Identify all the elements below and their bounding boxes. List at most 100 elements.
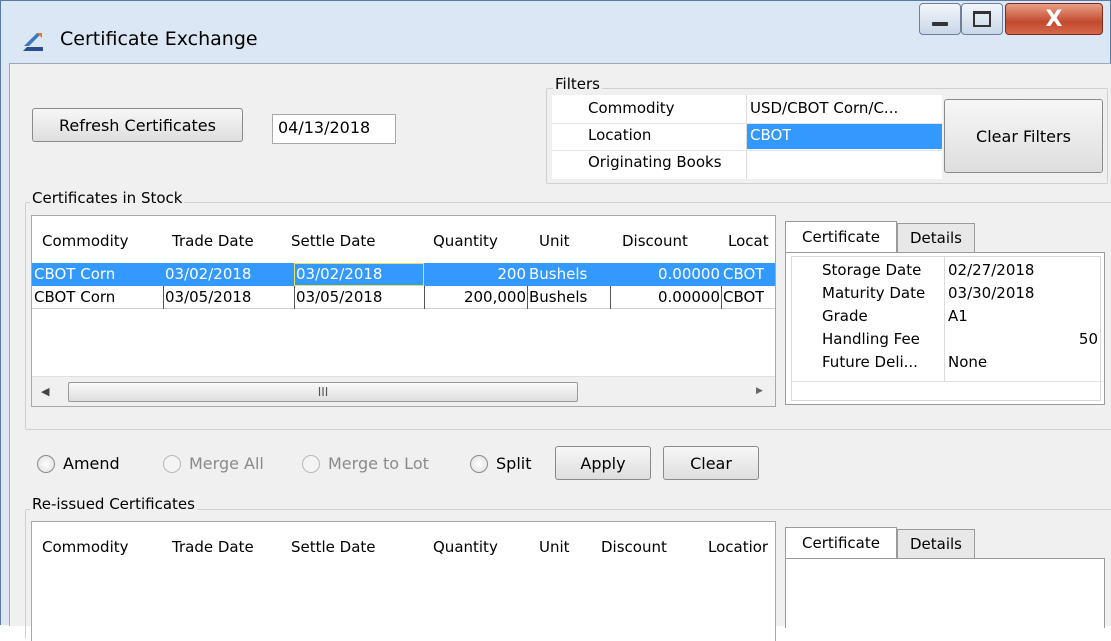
- cell-trade-date: 03/02/2018: [165, 265, 252, 283]
- details-divider: [944, 257, 945, 381]
- cell-divider: [721, 286, 722, 309]
- minimize-icon: [932, 22, 948, 26]
- reissued-legend: Re-issued Certificates: [30, 495, 197, 513]
- detail-label-handling-fee: Handling Fee: [822, 330, 920, 348]
- merge-to-lot-radio-label: Merge to Lot: [328, 454, 429, 473]
- radio-dot: [163, 454, 181, 473]
- merge-all-radio[interactable]: Merge All: [163, 454, 264, 473]
- detail-label-future-delivery: Future Deli...: [822, 353, 918, 371]
- cell-settle-date: 03/05/2018: [296, 288, 383, 306]
- filter-value-location[interactable]: CBOT: [750, 126, 791, 144]
- reissued-table[interactable]: Commodity Trade Date Settle Date Quantit…: [31, 521, 776, 641]
- reissued-details-tabs: Certificate Details: [785, 523, 1105, 563]
- filters-grid: Commodity USD/CBOT Corn/C... Location CB…: [552, 95, 942, 179]
- stock-legend: Certificates in Stock: [30, 189, 185, 207]
- client-area: Refresh Certificates 04/13/2018 Filters …: [9, 63, 1111, 641]
- cell-location: CBOT: [723, 265, 765, 283]
- cell-quantity: 200: [497, 265, 526, 283]
- cell-divider: [527, 286, 528, 309]
- cell-commodity: CBOT Corn: [34, 288, 116, 306]
- maximize-button[interactable]: [961, 3, 1003, 35]
- close-button[interactable]: X: [1005, 3, 1103, 35]
- column-header-settle-date[interactable]: Settle Date: [291, 538, 376, 556]
- scroll-right-icon[interactable]: ▶: [756, 386, 763, 396]
- stock-details-tabs: Certificate Details: [785, 217, 1105, 257]
- stock-table[interactable]: Commodity Trade Date Settle Date Quantit…: [31, 215, 776, 407]
- column-header-discount[interactable]: Discount: [601, 538, 667, 556]
- radio-dot: [37, 454, 55, 473]
- tab-certificate[interactable]: Certificate: [785, 527, 897, 558]
- amend-radio[interactable]: Amend: [37, 454, 120, 473]
- column-header-unit[interactable]: Unit: [539, 538, 570, 556]
- app-window: Certificate Exchange X Refresh Certifica…: [0, 0, 1111, 641]
- tab-details[interactable]: Details: [897, 529, 975, 558]
- scroll-left-icon[interactable]: ◀: [41, 385, 49, 398]
- refresh-certificates-button[interactable]: Refresh Certificates: [32, 108, 243, 142]
- detail-value-storage-date: 02/27/2018: [948, 261, 1035, 279]
- column-header-quantity[interactable]: Quantity: [433, 538, 498, 556]
- details-grid: Storage Date 02/27/2018 Maturity Date 03…: [791, 256, 1102, 401]
- cell-unit: Bushels: [529, 265, 588, 283]
- column-header-location[interactable]: Locat: [728, 232, 769, 250]
- column-header-trade-date[interactable]: Trade Date: [172, 232, 254, 250]
- split-radio-label: Split: [496, 454, 532, 473]
- detail-value-future-delivery: None: [948, 353, 988, 371]
- maximize-icon: [973, 11, 991, 27]
- as-of-date-field[interactable]: 04/13/2018: [272, 114, 396, 144]
- detail-label-maturity-date: Maturity Date: [822, 284, 926, 302]
- column-header-commodity[interactable]: Commodity: [42, 538, 129, 556]
- table-row[interactable]: CBOT Corn 03/05/2018 03/05/2018 200,000 …: [32, 286, 775, 309]
- radio-dot: [470, 454, 488, 473]
- amend-radio-label: Amend: [63, 454, 120, 473]
- details-row-line: [792, 381, 1102, 382]
- cell-divider: [424, 286, 425, 309]
- horizontal-scrollbar[interactable]: ◀ III ▶: [32, 376, 775, 406]
- filters-row-line: [552, 150, 942, 151]
- column-header-quantity[interactable]: Quantity: [433, 232, 498, 250]
- cell-discount: 0.00000: [657, 265, 720, 283]
- minimize-button[interactable]: [919, 3, 961, 35]
- column-header-discount[interactable]: Discount: [622, 232, 688, 250]
- app-icon: [23, 33, 43, 51]
- filter-label-location: Location: [588, 126, 652, 144]
- scroll-thumb[interactable]: III: [68, 382, 578, 402]
- detail-value-maturity-date: 03/30/2018: [948, 284, 1035, 302]
- filters-legend: Filters: [553, 75, 602, 93]
- column-header-settle-date[interactable]: Settle Date: [291, 232, 376, 250]
- column-header-location[interactable]: Locatior: [708, 538, 768, 556]
- column-header-unit[interactable]: Unit: [539, 232, 570, 250]
- filter-value-commodity[interactable]: USD/CBOT Corn/C...: [750, 99, 940, 117]
- merge-to-lot-radio[interactable]: Merge to Lot: [302, 454, 429, 473]
- table-row[interactable]: CBOT Corn 03/02/2018 03/02/2018 200 Bush…: [32, 263, 775, 286]
- reissued-details-panel: [785, 558, 1105, 628]
- filter-value-originating-books[interactable]: [750, 153, 940, 175]
- cell-quantity: 200,000: [463, 288, 526, 306]
- detail-value-handling-fee: 50: [1078, 330, 1098, 348]
- tab-details[interactable]: Details: [897, 223, 975, 252]
- stock-details-panel: Storage Date 02/27/2018 Maturity Date 03…: [785, 252, 1105, 405]
- cell-commodity: CBOT Corn: [34, 265, 116, 283]
- split-radio[interactable]: Split: [470, 454, 531, 473]
- apply-button[interactable]: Apply: [555, 446, 651, 480]
- cell-divider: [294, 286, 295, 309]
- filter-label-originating-books: Originating Books: [588, 153, 722, 171]
- column-header-trade-date[interactable]: Trade Date: [172, 538, 254, 556]
- close-icon: X: [1045, 6, 1063, 32]
- radio-dot: [302, 454, 320, 473]
- title-bar[interactable]: Certificate Exchange X: [1, 1, 1111, 63]
- clear-filters-button[interactable]: Clear Filters: [944, 99, 1103, 173]
- clear-button[interactable]: Clear: [663, 446, 759, 480]
- window-title: Certificate Exchange: [60, 28, 258, 50]
- cell-trade-date: 03/05/2018: [165, 288, 252, 306]
- detail-label-storage-date: Storage Date: [822, 261, 922, 279]
- cell-settle-date: 03/02/2018: [296, 265, 383, 283]
- detail-label-grade: Grade: [822, 307, 868, 325]
- tab-certificate[interactable]: Certificate: [785, 221, 897, 252]
- merge-all-radio-label: Merge All: [189, 454, 264, 473]
- filter-label-commodity: Commodity: [588, 99, 675, 117]
- cell-unit: Bushels: [529, 288, 588, 306]
- cell-location: CBOT: [723, 288, 765, 306]
- detail-value-grade: A1: [948, 307, 968, 325]
- column-header-commodity[interactable]: Commodity: [42, 232, 129, 250]
- cell-divider: [610, 286, 611, 309]
